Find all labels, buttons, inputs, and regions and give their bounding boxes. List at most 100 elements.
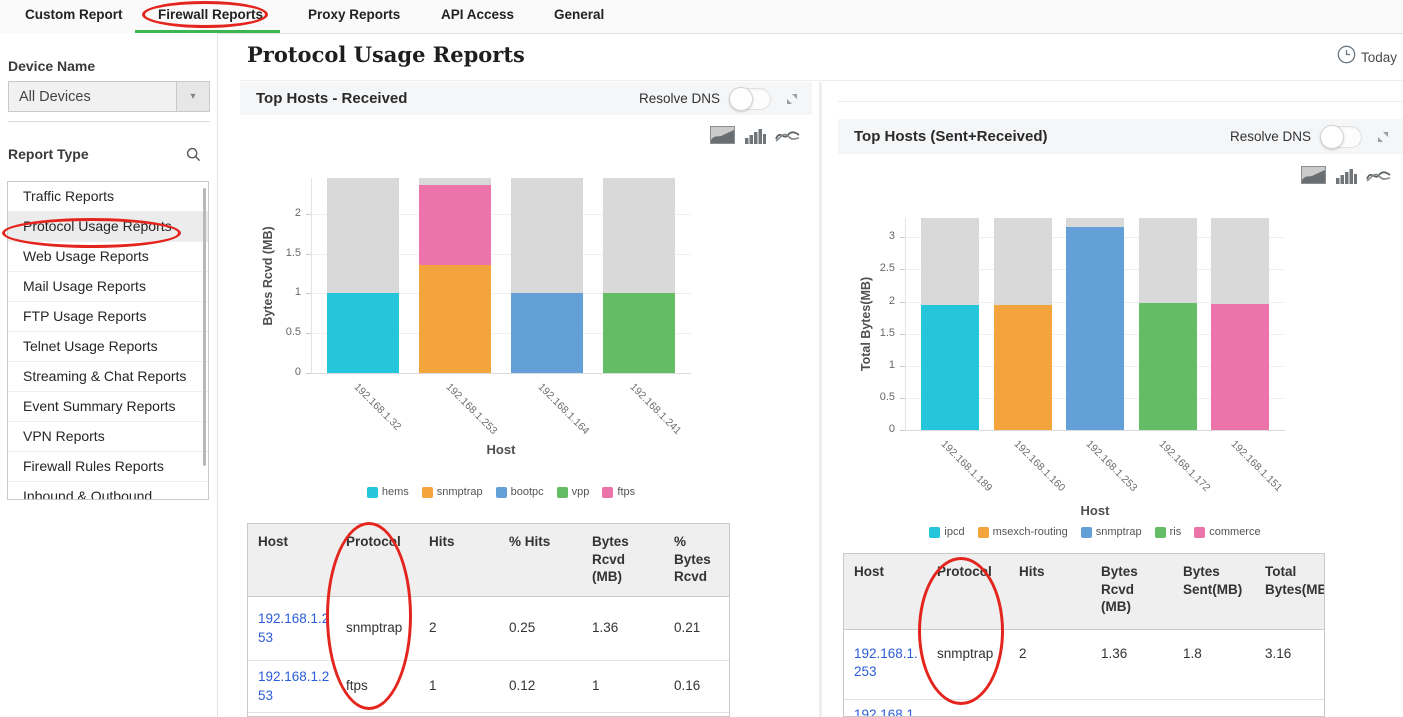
chart-legend: ipcd msexch-routing snmptrap ris commerce xyxy=(850,526,1340,538)
column-header-protocol: Protocol xyxy=(937,564,992,579)
sidebar-item-vpn-reports[interactable]: VPN Reports xyxy=(8,422,208,452)
sidebar-item-firewall-rules-reports[interactable]: Firewall Rules Reports xyxy=(8,452,208,482)
column-header-bytes-sent-mb: Bytes Sent(MB) xyxy=(1183,564,1243,597)
x-tick-label: 192.168.1.189 xyxy=(938,438,995,494)
table-cell: 0.16 xyxy=(674,678,701,694)
y-tick-label: 0.5 xyxy=(285,326,301,339)
table-cell xyxy=(1091,700,1173,710)
bar-segment-ipcd xyxy=(921,304,979,430)
legend-label: bootpc xyxy=(510,486,544,498)
table-cell xyxy=(927,700,1009,710)
sidebar-item-protocol-usage-reports[interactable]: Protocol Usage Reports xyxy=(8,212,208,242)
legend-item-ipcd[interactable]: ipcd xyxy=(929,526,965,538)
sidebar-item-event-summary-reports[interactable]: Event Summary Reports xyxy=(8,392,208,422)
table-cell: 1 xyxy=(592,678,600,694)
table-cell: 2 xyxy=(429,620,437,636)
y-tick-label: 0.5 xyxy=(879,390,895,403)
table-top-hosts-received: Host Protocol Hits % Hits Bytes Rcvd (MB) % B… xyxy=(247,523,730,717)
tab-firewall-reports[interactable]: Firewall Reports xyxy=(158,7,263,22)
host-link[interactable]: 192.168.1.253 xyxy=(844,630,927,685)
y-axis-title: Total Bytes(MB) xyxy=(859,276,873,372)
column-header-hits: Hits xyxy=(429,534,455,549)
table-cell: snmptrap xyxy=(346,620,403,636)
column-header-total-bytes-mb: Total Bytes(MB) xyxy=(1265,564,1324,597)
table-cell: 2 xyxy=(1019,646,1027,661)
x-tick-label: 192.168.1.151 xyxy=(1228,438,1285,494)
legend-item-snmptrap[interactable]: snmptrap xyxy=(1080,526,1142,538)
table-cell: 1.36 xyxy=(592,620,619,636)
table-header-row: Host Protocol Hits Bytes Rcvd (MB) Bytes Sen… xyxy=(844,554,1324,630)
y-tick-label: 1.5 xyxy=(285,246,301,259)
host-link[interactable]: 192.168.1.253 xyxy=(248,606,336,650)
table-cell xyxy=(1255,700,1324,710)
legend-item-ftps[interactable]: ftps xyxy=(602,486,635,498)
search-icon[interactable] xyxy=(186,147,201,167)
panel-top-hosts-sent-received: Top Hosts (Sent+Received) Resolve DNS To… xyxy=(838,119,1403,717)
legend-swatch xyxy=(421,486,433,498)
host-link[interactable]: 192.168.1. xyxy=(844,700,927,716)
table-cell xyxy=(1173,700,1255,710)
tab-general[interactable]: General xyxy=(554,7,604,22)
legend-label: ipcd xyxy=(944,526,965,538)
legend-item-hems[interactable]: hems xyxy=(366,486,409,498)
legend-label: hems xyxy=(381,486,409,498)
panel-top-hosts-received: Top Hosts - Received Resolve DNS Bytes R… xyxy=(240,82,812,717)
column-header-bytes-rcvd-mb: Bytes Rcvd (MB) xyxy=(592,534,629,585)
bar-segment-commerce xyxy=(1211,304,1269,430)
sidebar-item-telnet-usage-reports[interactable]: Telnet Usage Reports xyxy=(8,332,208,362)
column-header-bytes-rcvd: % Bytes Rcvd xyxy=(674,534,711,585)
sidebar-item-inbound-outbound[interactable]: Inbound & Outbound xyxy=(8,482,208,499)
y-axis-line xyxy=(905,218,906,430)
legend-label: snmptrap xyxy=(1095,526,1142,538)
legend-swatch xyxy=(1080,526,1092,538)
table-cell: 0.25 xyxy=(509,620,536,636)
column-header-host: Host xyxy=(258,534,288,549)
legend-item-msexch-routing[interactable]: msexch-routing xyxy=(977,526,1068,538)
legend-item-bootpc[interactable]: bootpc xyxy=(495,486,544,498)
legend-swatch xyxy=(1194,526,1206,538)
tab-api-access[interactable]: API Access xyxy=(441,7,514,22)
legend-item-commerce[interactable]: commerce xyxy=(1194,526,1261,538)
legend-item-ris[interactable]: ris xyxy=(1154,526,1181,538)
sidebar-item-ftp-usage-reports[interactable]: FTP Usage Reports xyxy=(8,302,208,332)
panel-divider xyxy=(819,82,822,717)
legend-swatch xyxy=(495,486,507,498)
sidebar-item-web-usage-reports[interactable]: Web Usage Reports xyxy=(8,242,208,272)
legend-item-vpp[interactable]: vpp xyxy=(556,486,589,498)
legend-swatch xyxy=(929,526,941,538)
gridline xyxy=(905,430,1285,431)
chevron-down-icon[interactable]: ▾ xyxy=(176,82,209,111)
table-cell: 0.21 xyxy=(674,620,701,636)
legend-swatch xyxy=(602,486,614,498)
host-link[interactable]: 192.168.1.253 xyxy=(248,664,336,708)
table-cell: snmptrap xyxy=(937,646,994,661)
time-range-badge[interactable]: Today xyxy=(1337,45,1397,69)
sidebar-item-mail-usage-reports[interactable]: Mail Usage Reports xyxy=(8,272,208,302)
y-tick-label: 1 xyxy=(294,286,301,299)
sidebar-item-traffic-reports[interactable]: Traffic Reports xyxy=(8,182,208,212)
legend-label: snmptrap xyxy=(436,486,483,498)
legend-swatch xyxy=(977,526,989,538)
tab-proxy-reports[interactable]: Proxy Reports xyxy=(308,7,400,22)
y-tick-label: 2 xyxy=(294,206,301,219)
x-tick-label: 192.168.1.32 xyxy=(351,381,404,433)
page: Custom Report Firewall Reports Proxy Repor… xyxy=(0,0,1403,717)
legend-item-snmptrap[interactable]: snmptrap xyxy=(421,486,483,498)
legend-swatch xyxy=(1154,526,1166,538)
page-title: Protocol Usage Reports xyxy=(247,42,525,67)
table-cell: 1.8 xyxy=(1183,646,1202,661)
table-row: 192.168.1.253 ftps 1 0.12 1 0.16 xyxy=(248,661,729,713)
bar-segment-ris xyxy=(1138,303,1197,430)
tab-custom-report[interactable]: Custom Report xyxy=(25,7,123,22)
y-tick-label: 3 xyxy=(888,230,895,243)
legend-label: commerce xyxy=(1209,526,1261,538)
legend-swatch xyxy=(366,486,378,498)
sidebar-item-streaming-chat-reports[interactable]: Streaming & Chat Reports xyxy=(8,362,208,392)
legend-label: ftps xyxy=(617,486,636,498)
scrollbar-thumb[interactable] xyxy=(203,188,206,466)
table-cell: ftps xyxy=(346,678,368,694)
bar-segment-snmptrap xyxy=(1066,226,1124,430)
x-axis-title: Host xyxy=(486,442,516,457)
bar-segment-ftps xyxy=(419,185,491,265)
device-select[interactable]: All Devices ▾ xyxy=(8,81,210,112)
